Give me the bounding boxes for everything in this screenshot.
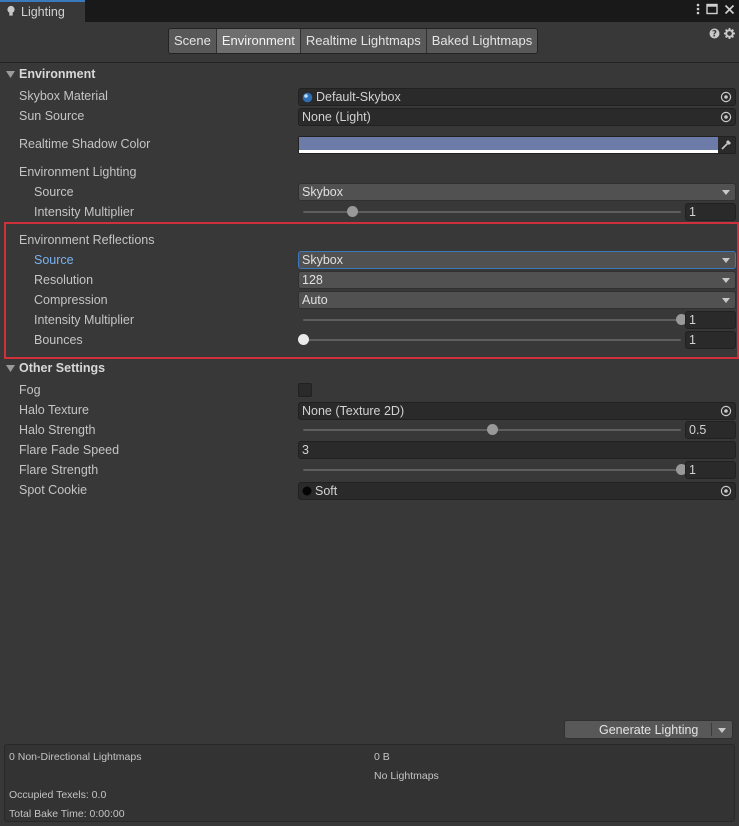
no-lightmaps-text: No Lightmaps <box>374 770 439 782</box>
flare-strength-slider[interactable] <box>303 461 687 479</box>
header-divider <box>0 62 739 63</box>
spot-cookie-value: Soft <box>315 484 338 498</box>
eyedropper-icon[interactable] <box>720 138 733 154</box>
slider-thumb[interactable] <box>347 206 359 217</box>
maximize-icon[interactable] <box>706 3 718 18</box>
lightbulb-icon <box>6 5 16 20</box>
material-sphere-icon <box>302 92 313 103</box>
window-title: Lighting <box>21 5 65 19</box>
button-separator <box>711 723 712 736</box>
compression-value: Auto <box>302 293 328 307</box>
other-settings-section-header[interactable]: Other Settings <box>0 358 739 378</box>
tab-realtime-lightmaps[interactable]: Realtime Lightmaps <box>300 29 427 53</box>
spot-cookie-label: Spot Cookie <box>19 483 88 497</box>
tab-environment[interactable]: Environment <box>216 29 301 53</box>
tab-baked-lightmaps[interactable]: Baked Lightmaps <box>426 29 538 53</box>
skybox-material-field[interactable]: Default-Skybox <box>298 88 736 106</box>
foldout-expanded-icon <box>6 67 15 81</box>
slider-track <box>303 339 681 341</box>
halo-texture-label: Halo Texture <box>19 403 89 417</box>
reflection-intensity-input[interactable]: 1 <box>685 311 736 329</box>
lighting-window-tab[interactable]: Lighting <box>0 0 85 22</box>
lighting-source-dropdown[interactable]: Skybox <box>298 183 736 201</box>
lighting-source-label: Source <box>34 185 74 199</box>
flare-fade-label: Flare Fade Speed <box>19 443 120 457</box>
window-titlebar: Lighting <box>0 0 739 22</box>
lighting-intensity-label: Intensity Multiplier <box>34 205 135 219</box>
occupied-texels: Occupied Texels: 0.0 <box>9 789 107 801</box>
slider-thumb[interactable] <box>487 424 498 435</box>
environment-lighting-label: Environment Lighting <box>19 165 137 179</box>
environment-reflections-label: Environment Reflections <box>19 233 155 247</box>
section-title: Environment <box>19 67 96 81</box>
chevron-down-icon[interactable] <box>718 728 726 733</box>
lightmap-size: 0 B <box>374 751 390 763</box>
help-icon[interactable]: ? <box>709 28 720 42</box>
compression-dropdown[interactable]: Auto <box>298 291 736 309</box>
texture-icon <box>302 486 312 496</box>
environment-section-header[interactable]: Environment <box>0 64 739 84</box>
svg-text:?: ? <box>712 30 717 39</box>
lighting-source-value: Skybox <box>302 185 343 199</box>
reflection-source-value: Skybox <box>302 253 343 267</box>
color-swatch[interactable] <box>299 137 718 150</box>
halo-texture-field[interactable]: None (Texture 2D) <box>298 402 736 420</box>
skybox-material-label: Skybox Material <box>19 89 108 103</box>
object-picker-icon[interactable] <box>720 405 732 420</box>
foldout-expanded-icon <box>6 361 15 375</box>
section-title: Other Settings <box>19 361 106 375</box>
lighting-tabs: Scene Environment Realtime Lightmaps Bak… <box>168 28 539 54</box>
generate-lighting-button[interactable]: Generate Lighting <box>564 720 733 739</box>
reflection-intensity-label: Intensity Multiplier <box>34 313 135 327</box>
reflection-intensity-slider[interactable] <box>303 311 687 329</box>
halo-texture-value: None (Texture 2D) <box>302 404 405 418</box>
bounces-label: Bounces <box>34 333 83 347</box>
shadow-color-label: Realtime Shadow Color <box>19 137 151 151</box>
generate-lighting-label: Generate Lighting <box>599 722 699 737</box>
halo-strength-slider[interactable] <box>303 421 681 439</box>
total-bake-time: Total Bake Time: 0:00:00 <box>9 808 125 820</box>
resolution-label: Resolution <box>34 273 94 287</box>
halo-strength-label: Halo Strength <box>19 423 96 437</box>
spot-cookie-field[interactable]: Soft <box>298 482 736 500</box>
skybox-material-value: Default-Skybox <box>316 90 401 104</box>
fog-checkbox[interactable] <box>298 383 312 397</box>
slider-track <box>303 319 681 321</box>
object-picker-icon[interactable] <box>720 91 732 106</box>
chevron-down-icon <box>722 258 730 263</box>
alpha-bar <box>299 150 718 153</box>
flare-strength-input[interactable]: 1 <box>685 461 736 479</box>
resolution-value: 128 <box>302 273 323 287</box>
reflection-source-label: Source <box>34 253 74 267</box>
lighting-intensity-slider[interactable] <box>303 203 681 221</box>
lightmap-stats-panel: 0 Non-Directional Lightmaps 0 B No Light… <box>4 744 735 822</box>
close-icon[interactable] <box>724 4 735 18</box>
more-icon[interactable] <box>696 3 700 18</box>
lighting-intensity-input[interactable]: 1 <box>685 203 736 221</box>
sun-source-label: Sun Source <box>19 109 85 123</box>
reflection-source-dropdown[interactable]: Skybox <box>298 251 736 269</box>
slider-track <box>303 469 681 471</box>
non-directional-count: 0 Non-Directional Lightmaps <box>9 751 142 763</box>
chevron-down-icon <box>722 298 730 303</box>
sun-source-value: None (Light) <box>302 110 371 124</box>
slider-track <box>303 211 681 213</box>
shadow-color-field[interactable] <box>298 136 736 154</box>
object-picker-icon[interactable] <box>720 111 732 126</box>
chevron-down-icon <box>722 190 730 195</box>
flare-fade-input[interactable]: 3 <box>298 441 736 459</box>
chevron-down-icon <box>722 278 730 283</box>
bounces-input[interactable]: 1 <box>685 331 736 349</box>
settings-icon[interactable] <box>724 28 735 42</box>
object-picker-icon[interactable] <box>720 485 732 500</box>
halo-strength-input[interactable]: 0.5 <box>685 421 736 439</box>
tab-scene[interactable]: Scene <box>169 29 217 53</box>
sun-source-field[interactable]: None (Light) <box>298 108 736 126</box>
bounces-slider[interactable] <box>298 331 681 349</box>
flare-strength-label: Flare Strength <box>19 463 99 477</box>
compression-label: Compression <box>34 293 108 307</box>
slider-thumb[interactable] <box>298 334 309 345</box>
resolution-dropdown[interactable]: 128 <box>298 271 736 289</box>
fog-label: Fog <box>19 383 41 397</box>
